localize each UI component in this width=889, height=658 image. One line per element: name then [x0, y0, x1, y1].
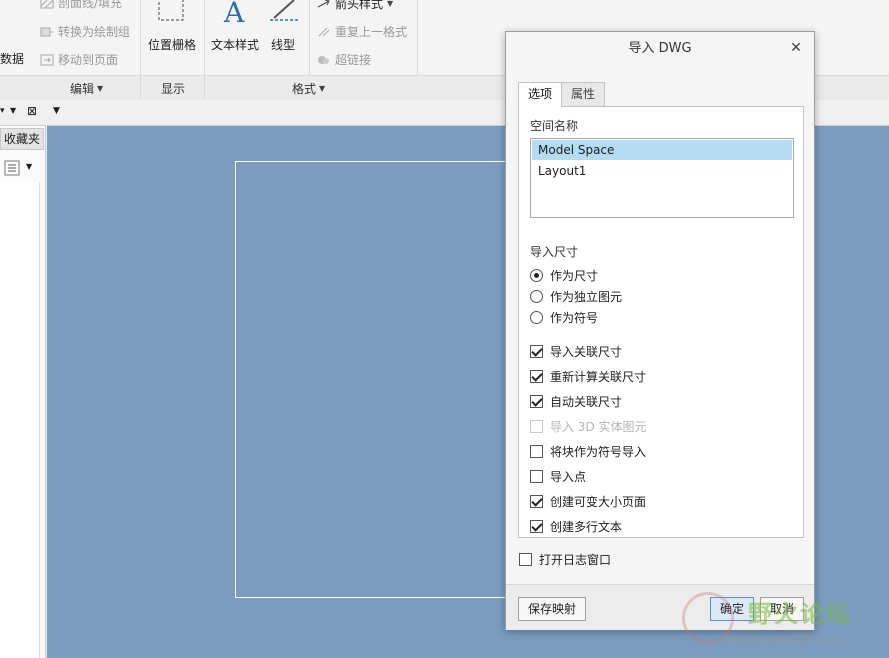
checkbox[interactable]: [530, 394, 543, 408]
space-listbox[interactable]: Model Space Layout1: [530, 138, 794, 218]
move-page-icon: [40, 54, 54, 65]
import-dimension-label: 导入尺寸: [530, 245, 579, 259]
tab-properties[interactable]: 属性: [561, 82, 606, 106]
text-style-icon: A: [223, 0, 245, 26]
hyperlink-icon: [318, 55, 329, 64]
ribbon-separator: [417, 0, 418, 75]
ribbon-separator: [309, 0, 310, 75]
grid-icon: [158, 0, 184, 21]
checkbox-recalc-assoc-dim[interactable]: 重新计算关联尺寸: [530, 367, 646, 385]
checkbox[interactable]: [530, 344, 543, 358]
group-display-label: 显示: [161, 82, 186, 96]
checkbox-open-log[interactable]: 打开日志窗口: [519, 550, 611, 568]
checkbox-import-assoc-dim[interactable]: 导入关联尺寸: [530, 342, 622, 360]
close-icon[interactable]: ✕: [788, 40, 804, 56]
hatch-icon: [40, 0, 54, 8]
tree-area: [0, 182, 40, 658]
cancel-button[interactable]: 取消: [760, 597, 805, 621]
space-name-label: 空间名称: [530, 119, 579, 133]
chevron-down-icon: ▼: [319, 84, 326, 93]
convert-group-icon: [40, 27, 53, 36]
list-item[interactable]: Layout1: [532, 161, 792, 181]
group-edit-label[interactable]: 编辑 ▼: [70, 80, 103, 97]
arrow-icon: [317, 0, 330, 7]
dialog-title: 导入 DWG: [628, 41, 692, 56]
group-format-label[interactable]: 格式 ▼: [292, 80, 325, 97]
ribbon-separator: [204, 75, 205, 100]
tab-favorites[interactable]: 收藏夹: [0, 128, 44, 150]
checkbox-variable-page[interactable]: 创建可变大小页面: [530, 492, 646, 510]
ok-button[interactable]: 确定: [710, 597, 755, 621]
repeat-format-button[interactable]: 重复上一格式: [317, 23, 407, 40]
text-style-button[interactable]: A 文本样式: [210, 0, 262, 68]
hatch-fill-button[interactable]: 剖面线/填充: [40, 0, 122, 11]
chevron-down-icon: ▼: [387, 0, 394, 8]
import-dwg-dialog: 导入 DWG ✕ 选项 属性 空间名称 Model Space Layout1 …: [505, 31, 815, 630]
move-to-page-button[interactable]: 移动到页面: [40, 51, 118, 68]
checkbox-auto-assoc-dim[interactable]: 自动关联尺寸: [530, 392, 622, 410]
svg-text:A: A: [223, 0, 245, 26]
radio-button[interactable]: [530, 268, 543, 282]
radio-as-entity[interactable]: 作为独立图元: [530, 287, 622, 305]
line-type-button[interactable]: 线型: [266, 0, 306, 68]
radio-button[interactable]: [530, 310, 543, 324]
ribbon-left-cut-label: 数据: [0, 52, 25, 66]
convert-draw-group-button[interactable]: 转换为绘制组: [40, 23, 130, 40]
repeat-format-icon: [318, 27, 330, 36]
checkbox-import-3d: 导入 3D 实体图元: [530, 417, 647, 435]
checkbox[interactable]: [530, 519, 543, 533]
radio-as-symbol[interactable]: 作为符号: [530, 308, 598, 326]
radio-as-dimension[interactable]: 作为尺寸: [530, 266, 598, 284]
dialog-footer: 保存映射 确定 取消: [506, 584, 814, 630]
filter-dropdown-icon[interactable]: ▼: [53, 106, 60, 116]
chevron-down-icon: ▼: [97, 84, 104, 93]
list-item[interactable]: Model Space: [532, 140, 792, 160]
checkbox-import-points[interactable]: 导入点: [530, 467, 586, 485]
tab-options[interactable]: 选项: [518, 82, 563, 107]
drawing-frame: [235, 161, 540, 598]
checkbox[interactable]: [530, 469, 543, 483]
radio-button[interactable]: [530, 289, 543, 303]
panel-toolbar: ▼: [0, 156, 44, 180]
checkbox: [530, 419, 543, 433]
dialog-tabs: 选项 属性: [518, 82, 606, 107]
checkbox-multiline-text[interactable]: 创建多行文本: [530, 517, 622, 535]
chevron-down-icon[interactable]: ▼: [10, 106, 16, 115]
list-view-icon[interactable]: [4, 160, 20, 176]
arrow-style-button[interactable]: 箭头样式 ▼: [317, 0, 393, 12]
checkbox-blocks-as-symbols[interactable]: 将块作为符号导入: [530, 442, 646, 460]
save-map-button[interactable]: 保存映射: [518, 597, 587, 621]
panel-menu-icon[interactable]: ▾: [0, 106, 5, 116]
line-type-icon: [270, 0, 300, 21]
chevron-down-icon[interactable]: ▼: [26, 162, 32, 171]
checkbox[interactable]: [530, 494, 543, 508]
panel-header: ▾ ▼ ⊠: [0, 100, 46, 126]
left-panel: ▾ ▼ ⊠ 收藏夹 ▼: [0, 100, 46, 658]
close-panel-icon[interactable]: ⊠: [27, 104, 37, 118]
position-grid-button[interactable]: 位置栅格: [146, 0, 198, 68]
ribbon-separator: [140, 75, 141, 100]
checkbox[interactable]: [519, 552, 532, 566]
checkbox[interactable]: [530, 444, 543, 458]
hyperlink-button[interactable]: 超链接: [317, 51, 371, 68]
options-panel: 空间名称 Model Space Layout1 导入尺寸 作为尺寸 作为独立图…: [518, 106, 804, 538]
checkbox[interactable]: [530, 369, 543, 383]
